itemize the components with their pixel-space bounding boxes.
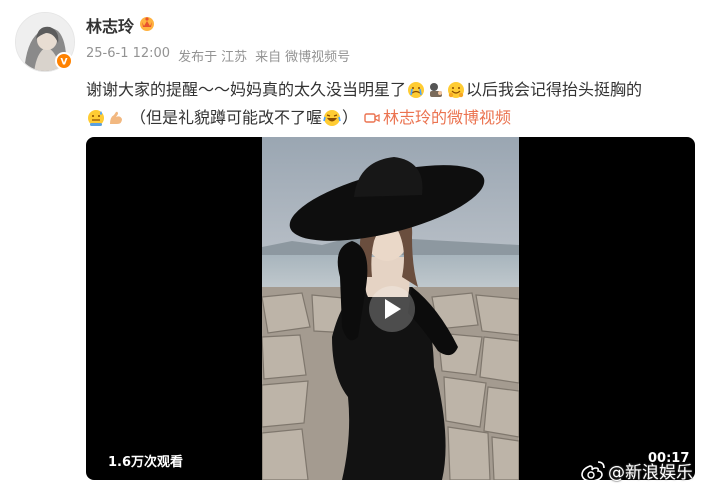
post-line-1: 谢谢大家的提醒～～妈妈真的太久没当明星了 以后我会记得抬头挺胸的 xyxy=(86,76,686,104)
svg-text:V: V xyxy=(61,58,68,67)
post-line-2: （但是礼貌蹲可能改不了喔 ） 林志玲的微博视频 xyxy=(86,104,686,132)
crying-face-icon xyxy=(407,81,425,99)
source-label: 来自 xyxy=(255,50,282,65)
post-date[interactable]: 25-6-1 12:00 xyxy=(86,46,170,65)
published-label: 发布于 xyxy=(178,50,218,65)
watermark-text: @新浪娱乐 xyxy=(608,463,693,483)
weibo-post: V 林志玲 25-6-1 12:00 发布于 江苏 来自 微博视频号 谢谢大家的… xyxy=(0,0,706,490)
hugging-face-icon xyxy=(447,81,465,99)
watermark: @新浪娱乐 xyxy=(580,458,693,483)
verified-badge-icon: V xyxy=(55,52,73,70)
flexed-biceps-icon xyxy=(107,109,125,127)
sweating-face-icon xyxy=(87,109,105,127)
user-name[interactable]: 林志玲 xyxy=(86,13,134,37)
video-link[interactable]: 林志玲的微博视频 xyxy=(364,106,511,130)
weibo-logo-icon xyxy=(581,460,605,482)
post-text-part: 谢谢大家的提醒～～妈妈真的太久没当明星了 xyxy=(86,80,407,99)
bowing-person-icon xyxy=(427,81,445,99)
video-player[interactable]: 1.6万次观看 00:17 xyxy=(86,137,695,480)
post-meta: 25-6-1 12:00 发布于 江苏 来自 微博视频号 xyxy=(86,46,358,65)
crown-icon xyxy=(138,14,156,36)
source-link[interactable]: 微博视频号 xyxy=(285,46,350,65)
post-text: 谢谢大家的提醒～～妈妈真的太久没当明星了 以后我会记得抬头挺胸的 （但是礼貌蹲可… xyxy=(86,76,686,132)
location: 江苏 xyxy=(221,50,248,65)
post-text-part: ） xyxy=(342,108,359,127)
play-button[interactable] xyxy=(369,286,415,332)
post-text-part: （但是礼貌蹲可能改不了喔 xyxy=(130,108,323,127)
laughing-face-icon xyxy=(323,109,341,127)
video-link-label: 林志玲的微博视频 xyxy=(383,108,512,127)
play-count: 1.6万次观看 xyxy=(108,455,184,470)
post-text-part: 以后我会记得抬头挺胸的 xyxy=(466,80,643,99)
video-camera-icon xyxy=(364,113,380,123)
play-icon xyxy=(385,299,401,319)
